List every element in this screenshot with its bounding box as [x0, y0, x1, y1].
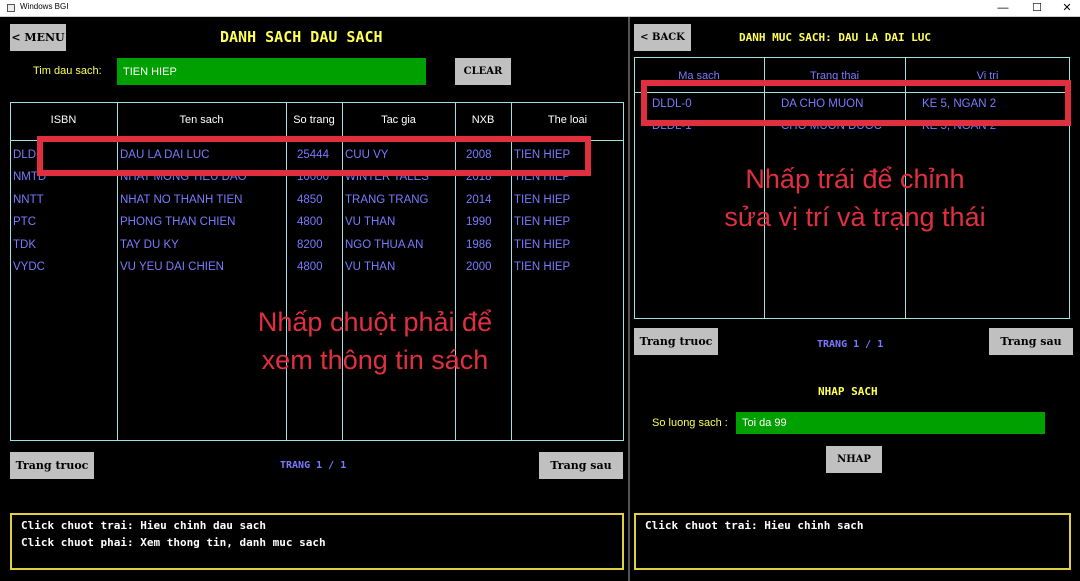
- app-icon: [7, 4, 15, 12]
- quantity-input[interactable]: Toi da 99: [736, 412, 1045, 434]
- minimize-button[interactable]: —: [988, 0, 1018, 17]
- cell-genre: TIEN HIEP: [514, 261, 571, 273]
- cell-title: PHONG THAN CHIEN: [120, 216, 236, 228]
- window-titlebar: [0, 0, 1080, 17]
- annotation-line: Nhấp chuột phải để: [257, 307, 493, 337]
- column-header-author: Tac gia: [381, 114, 416, 126]
- column-header-title: Ten sach: [179, 114, 224, 126]
- back-button[interactable]: < BACK: [634, 24, 691, 51]
- cell-year: 1986: [466, 239, 492, 251]
- import-button[interactable]: NHAP: [826, 446, 882, 473]
- cell-year: 2000: [466, 261, 492, 273]
- cell-title: NHAT NO THANH TIEN: [120, 194, 243, 206]
- search-label: Tim dau sach:: [33, 65, 102, 77]
- cell-genre: TIEN HIEP: [514, 216, 571, 228]
- highlight-box: [37, 136, 591, 176]
- next-page-button[interactable]: Trang sau: [989, 328, 1073, 355]
- page-indicator: TRANG 1 / 1: [280, 460, 347, 471]
- cell-isbn: VYDC: [13, 261, 45, 273]
- annotation-text: Nhấp trái để chỉnh sửa vị trí và trạng t…: [650, 160, 1060, 236]
- catalog-title: DANH MUC SACH: DAU LA DAI LUC: [739, 31, 932, 44]
- window-title: Windows BGI: [20, 2, 69, 11]
- panel-divider: [628, 17, 630, 581]
- cell-year: 1990: [466, 216, 492, 228]
- cell-pages: 4800: [297, 261, 323, 273]
- hint-line: Click chuot trai: Hieu chinh sach: [645, 519, 864, 532]
- cell-isbn: PTC: [13, 216, 36, 228]
- annotation-text: Nhấp chuột phải để xem thông tin sách: [200, 303, 550, 379]
- menu-button[interactable]: < MENU: [10, 24, 66, 51]
- column-header-pages: So trang: [293, 114, 335, 126]
- cell-year: 2014: [466, 194, 492, 206]
- search-input[interactable]: TIEN HIEP: [117, 58, 426, 85]
- next-page-button[interactable]: Trang sau: [539, 452, 623, 479]
- cell-pages: 8200: [297, 239, 323, 251]
- page-title: DANH SACH DAU SACH: [220, 28, 383, 46]
- annotation-line: sửa vị trí và trạng thái: [724, 202, 986, 232]
- import-title: NHAP SACH: [818, 385, 878, 398]
- cell-pages: 4800: [297, 216, 323, 228]
- page-indicator: TRANG 1 / 1: [817, 339, 884, 350]
- hint-line: Click chuot phai: Xem thong tin, danh mu…: [21, 536, 326, 549]
- column-header-isbn: ISBN: [50, 114, 77, 126]
- column-header-publish-year: NXB: [471, 114, 495, 126]
- annotation-line: xem thông tin sách: [261, 345, 489, 375]
- cell-pages: 4850: [297, 194, 323, 206]
- cell-author: NGO THUA AN: [345, 239, 424, 251]
- prev-page-button[interactable]: Trang truoc: [10, 452, 94, 479]
- cell-title: VU YEU DAI CHIEN: [120, 261, 224, 273]
- cell-author: VU THAN: [345, 216, 396, 228]
- close-button[interactable]: ✕: [1052, 0, 1080, 17]
- clear-button[interactable]: CLEAR: [455, 58, 511, 85]
- cell-title: TAY DU KY: [120, 239, 179, 251]
- cell-author: VU THAN: [345, 261, 396, 273]
- cell-genre: TIEN HIEP: [514, 194, 571, 206]
- highlight-box: [641, 80, 1071, 126]
- cell-author: TRANG TRANG: [345, 194, 429, 206]
- prev-page-button[interactable]: Trang truoc: [634, 328, 718, 355]
- column-header-genre: The loai: [547, 114, 588, 126]
- maximize-button[interactable]: ☐: [1022, 0, 1052, 17]
- quantity-label: So luong sach :: [652, 417, 728, 429]
- cell-isbn: NNTT: [13, 194, 44, 206]
- hint-line: Click chuot trai: Hieu chinh dau sach: [21, 519, 267, 532]
- annotation-line: Nhấp trái để chỉnh: [745, 164, 965, 194]
- cell-genre: TIEN HIEP: [514, 239, 571, 251]
- cell-isbn: TDK: [13, 239, 36, 251]
